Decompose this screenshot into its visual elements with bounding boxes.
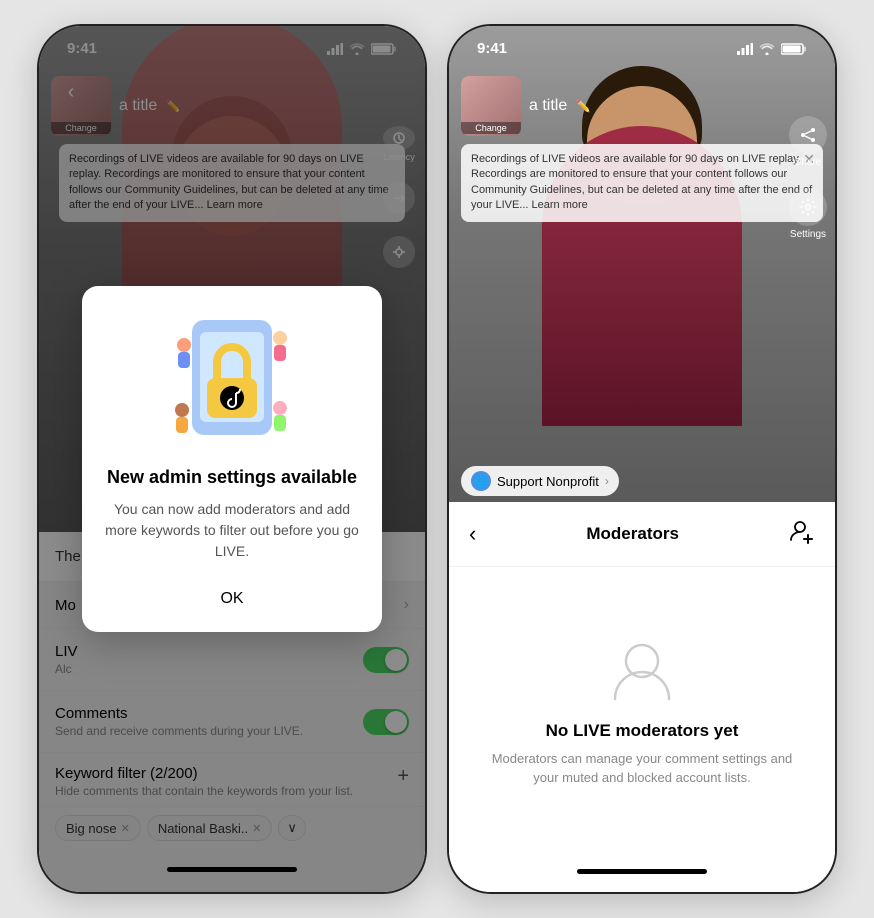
add-moderator-button[interactable] [789, 518, 815, 550]
moderators-header: ‹ Moderators [449, 502, 835, 567]
wifi-icon-right [759, 43, 775, 55]
live-video-bg-right: Change a title ✏️ Recordings of LIVE vid… [449, 26, 835, 506]
dialog-overlay: New admin settings available You can now… [39, 26, 425, 892]
live-title-right: a title [529, 97, 567, 114]
recording-notice-right: Recordings of LIVE videos are available … [461, 144, 823, 222]
moderators-screen: ‹ Moderators No LIVE moderat [449, 502, 835, 892]
share-icon [799, 126, 817, 144]
moderators-back-button[interactable]: ‹ [469, 521, 476, 547]
edit-icon-right[interactable]: ✏️ [576, 99, 591, 113]
dialog-body: You can now add moderators and add more … [102, 499, 362, 562]
phone-right: 9:41 [447, 24, 837, 894]
support-globe-icon: 🌐 [471, 471, 491, 491]
settings-icon [799, 198, 817, 216]
phone-left: 9:41 [37, 24, 427, 894]
empty-state-title: No LIVE moderators yet [546, 721, 739, 741]
status-bar-right: 9:41 [449, 26, 835, 57]
dialog-title: New admin settings available [102, 466, 362, 489]
empty-avatar-icon [607, 635, 677, 705]
settings-btn-right[interactable]: Settings [789, 188, 827, 240]
status-time-right: 9:41 [477, 40, 507, 57]
support-chevron: › [605, 474, 609, 488]
support-nonprofit-badge[interactable]: 🌐 Support Nonprofit › [461, 466, 619, 496]
thumbnail-right[interactable]: Change [461, 76, 521, 136]
live-right-icons-right: Share Settings [789, 116, 827, 240]
screenshots-container: 9:41 [37, 24, 837, 894]
signal-icon-right [737, 43, 753, 55]
battery-icon-right [781, 43, 807, 55]
home-indicator-right [577, 869, 707, 874]
live-ui-right: Change a title ✏️ Recordings of LIVE vid… [449, 76, 835, 222]
moderators-empty-state: No LIVE moderators yet Moderators can ma… [449, 567, 835, 855]
add-person-icon [789, 518, 815, 544]
share-btn-right[interactable]: Share [789, 116, 827, 168]
dialog-illustration [162, 310, 302, 450]
dialog-ok-button[interactable]: OK [180, 582, 283, 616]
dialog-box: New admin settings available You can now… [82, 286, 382, 632]
admin-settings-illustration [162, 310, 302, 450]
moderators-title: Moderators [586, 524, 679, 544]
thumbnail-label-right: Change [461, 122, 521, 134]
empty-state-subtitle: Moderators can manage your comment setti… [489, 749, 795, 788]
status-icons-right [737, 43, 807, 55]
